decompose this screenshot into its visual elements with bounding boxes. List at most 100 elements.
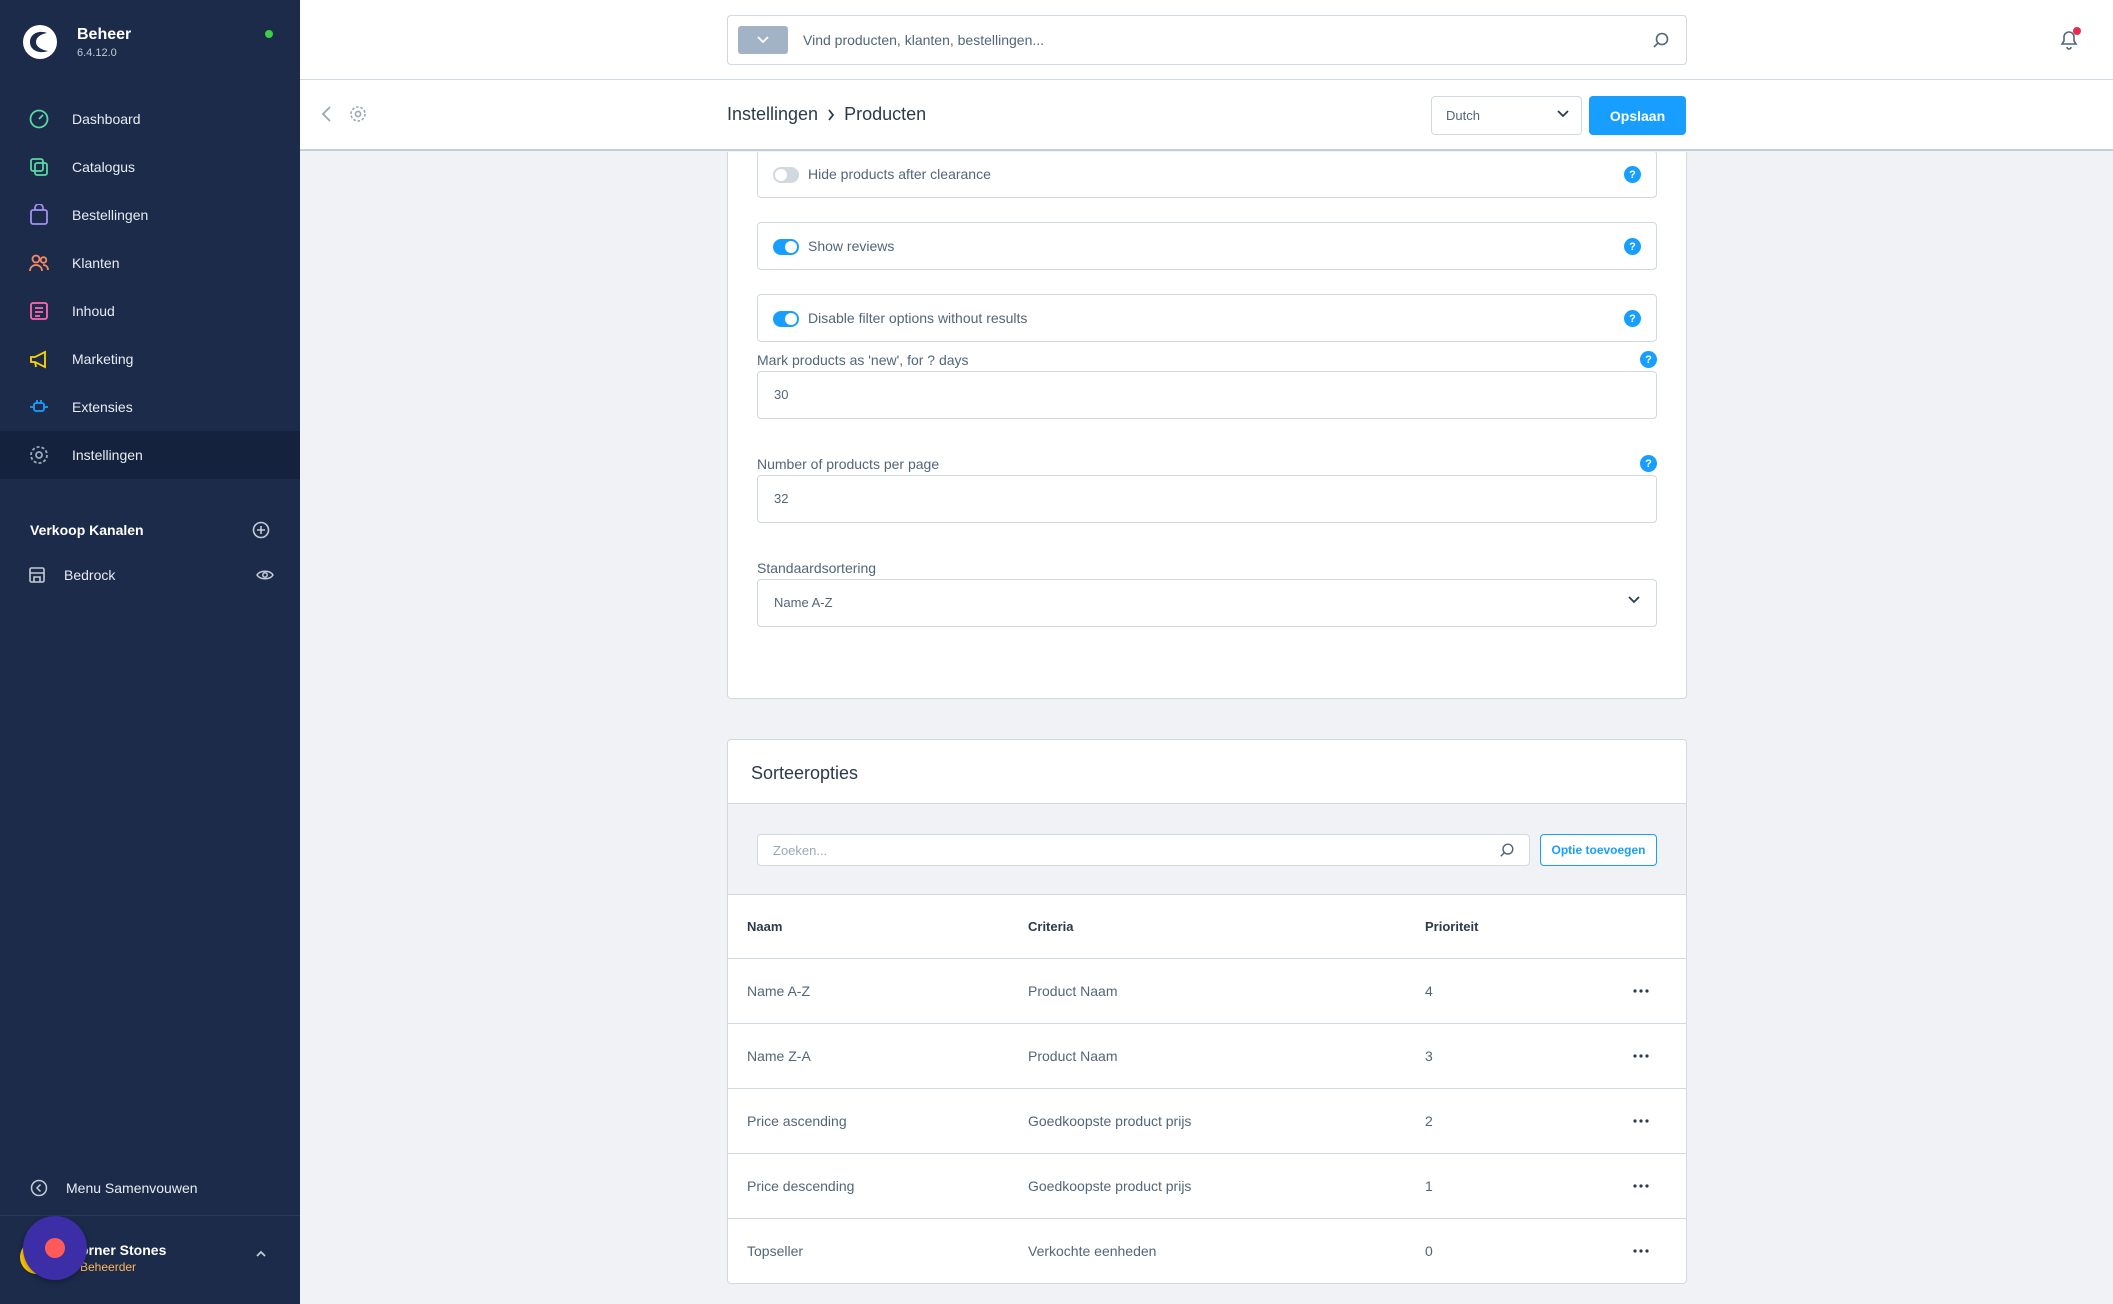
sales-channel-bedrock[interactable]: Bedrock [28,563,274,587]
main-navigation: Dashboard Catalogus Bestellingen Klanten… [0,95,300,479]
cell-name: Name A-Z [747,983,811,999]
row-actions-button[interactable] [1633,1024,1649,1088]
help-icon[interactable]: ? [1640,351,1657,368]
row-actions-button[interactable] [1633,1089,1649,1153]
chevron-right-icon [828,108,835,121]
language-select[interactable]: Dutch [1431,96,1582,135]
sidebar-item-label: Klanten [72,255,120,271]
app-version: 6.4.12.0 [77,47,117,59]
table-row[interactable]: Topseller Verkochte eenheden 0 [728,1219,1686,1283]
search-type-dropdown[interactable] [738,26,788,54]
column-header-priority[interactable]: Prioriteit [1425,895,1478,958]
catalog-icon [30,158,48,176]
sidebar-item-label: Catalogus [72,159,136,175]
more-horizontal-icon [1633,1184,1649,1188]
sidebar-item-label: Extensies [72,399,133,415]
shopware-logo-icon [23,25,57,59]
top-bar: Vind producten, klanten, bestellingen... [300,0,2113,80]
new-days-value: 30 [774,387,789,402]
table-row[interactable]: Price descending Goedkoopste product pri… [728,1154,1686,1219]
breadcrumb-item[interactable]: Instellingen [727,104,818,125]
row-actions-button[interactable] [1633,1219,1649,1283]
add-option-button[interactable]: Optie toevoegen [1540,834,1657,866]
per-page-field[interactable]: 32 [757,475,1657,523]
sidebar-item-catalogus[interactable]: Catalogus [0,143,300,191]
table-row[interactable]: Price ascending Goedkoopste product prij… [728,1089,1686,1154]
sorting-search-input[interactable]: Zoeken... [757,834,1530,866]
cell-priority: 0 [1425,1243,1433,1259]
breadcrumb: Instellingen Producten [727,104,926,125]
cell-criteria: Goedkoopste product prijs [1028,1178,1192,1194]
sidebar: Beheer 6.4.12.0 Dashboard Catalogus Best… [0,0,300,1304]
global-search[interactable]: Vind producten, klanten, bestellingen... [727,15,1687,65]
help-icon[interactable]: ? [1624,166,1641,183]
back-arrow-icon[interactable] [320,104,334,124]
user-name: orner Stones [80,1242,167,1258]
sidebar-item-klanten[interactable]: Klanten [0,239,300,287]
cell-name: Price ascending [747,1113,847,1129]
eye-icon[interactable] [256,568,274,582]
gear-icon [30,446,48,464]
save-button[interactable]: Opslaan [1589,96,1686,135]
sidebar-item-dashboard[interactable]: Dashboard [0,95,300,143]
notifications-button[interactable] [2057,27,2083,53]
menu-collapse-button[interactable]: Menu Samenvouwen [30,1179,198,1197]
search-icon[interactable] [1652,31,1670,49]
more-horizontal-icon [1633,1249,1649,1253]
sidebar-item-instellingen[interactable]: Instellingen [0,431,300,479]
sidebar-item-inhoud[interactable]: Inhoud [0,287,300,335]
per-page-value: 32 [774,491,789,506]
switch-show-reviews: Show reviews ? [757,222,1657,270]
toggle-switch[interactable] [773,167,799,183]
shopping-bag-icon [30,204,48,225]
search-placeholder: Zoeken... [773,843,828,858]
page-header: Instellingen Producten Dutch Opslaan [300,80,2113,151]
row-actions-button[interactable] [1633,959,1649,1023]
sidebar-divider [0,1215,300,1216]
sidebar-item-label: Marketing [72,351,134,367]
help-icon[interactable]: ? [1624,310,1641,327]
floating-action-button[interactable] [23,1216,87,1280]
gear-icon[interactable] [348,104,368,124]
default-sorting-label: Standaardsortering [757,560,877,576]
add-circle-icon[interactable] [252,521,270,539]
global-search-input[interactable]: Vind producten, klanten, bestellingen... [803,32,1044,48]
sales-channel-label: Bedrock [64,567,116,583]
cell-criteria: Verkochte eenheden [1028,1243,1157,1259]
column-header-criteria[interactable]: Criteria [1028,895,1074,958]
cell-priority: 4 [1425,983,1433,999]
app-name: Beheer [77,26,132,43]
table-row[interactable]: Name A-Z Product Naam 4 [728,959,1686,1024]
cell-name: Topseller [747,1243,804,1259]
sidebar-item-bestellingen[interactable]: Bestellingen [0,191,300,239]
row-actions-button[interactable] [1633,1154,1649,1218]
sales-channels-label: Verkoop Kanalen [30,522,144,538]
megaphone-icon [30,350,46,369]
chevron-up-icon[interactable] [255,1248,267,1260]
switch-label: Show reviews [808,238,895,254]
sidebar-item-extensies[interactable]: Extensies [0,383,300,431]
more-horizontal-icon [1633,1054,1649,1058]
search-icon [1500,843,1514,857]
more-horizontal-icon [1633,1119,1649,1123]
cell-name: Name Z-A [747,1048,811,1064]
cell-criteria: Product Naam [1028,1048,1118,1064]
users-icon [29,254,49,272]
sidebar-item-label: Dashboard [72,111,141,127]
chevron-down-icon [1557,110,1569,118]
more-horizontal-icon [1633,989,1649,993]
help-icon[interactable]: ? [1624,238,1641,255]
default-sorting-select[interactable]: Name A-Z [757,579,1657,627]
switch-label: Hide products after clearance [808,166,991,182]
new-days-field[interactable]: 30 [757,371,1657,419]
product-settings-card: Hide products after clearance ? Show rev… [727,152,1687,699]
brand: Beheer 6.4.12.0 [22,24,282,64]
table-row[interactable]: Name Z-A Product Naam 3 [728,1024,1686,1089]
help-icon[interactable]: ? [1640,455,1657,472]
sidebar-item-marketing[interactable]: Marketing [0,335,300,383]
sorting-toolbar: Zoeken... Optie toevoegen [728,803,1686,895]
toggle-switch[interactable] [773,311,799,327]
column-header-name[interactable]: Naam [747,895,782,958]
toggle-switch[interactable] [773,239,799,255]
storefront-icon [29,567,45,583]
